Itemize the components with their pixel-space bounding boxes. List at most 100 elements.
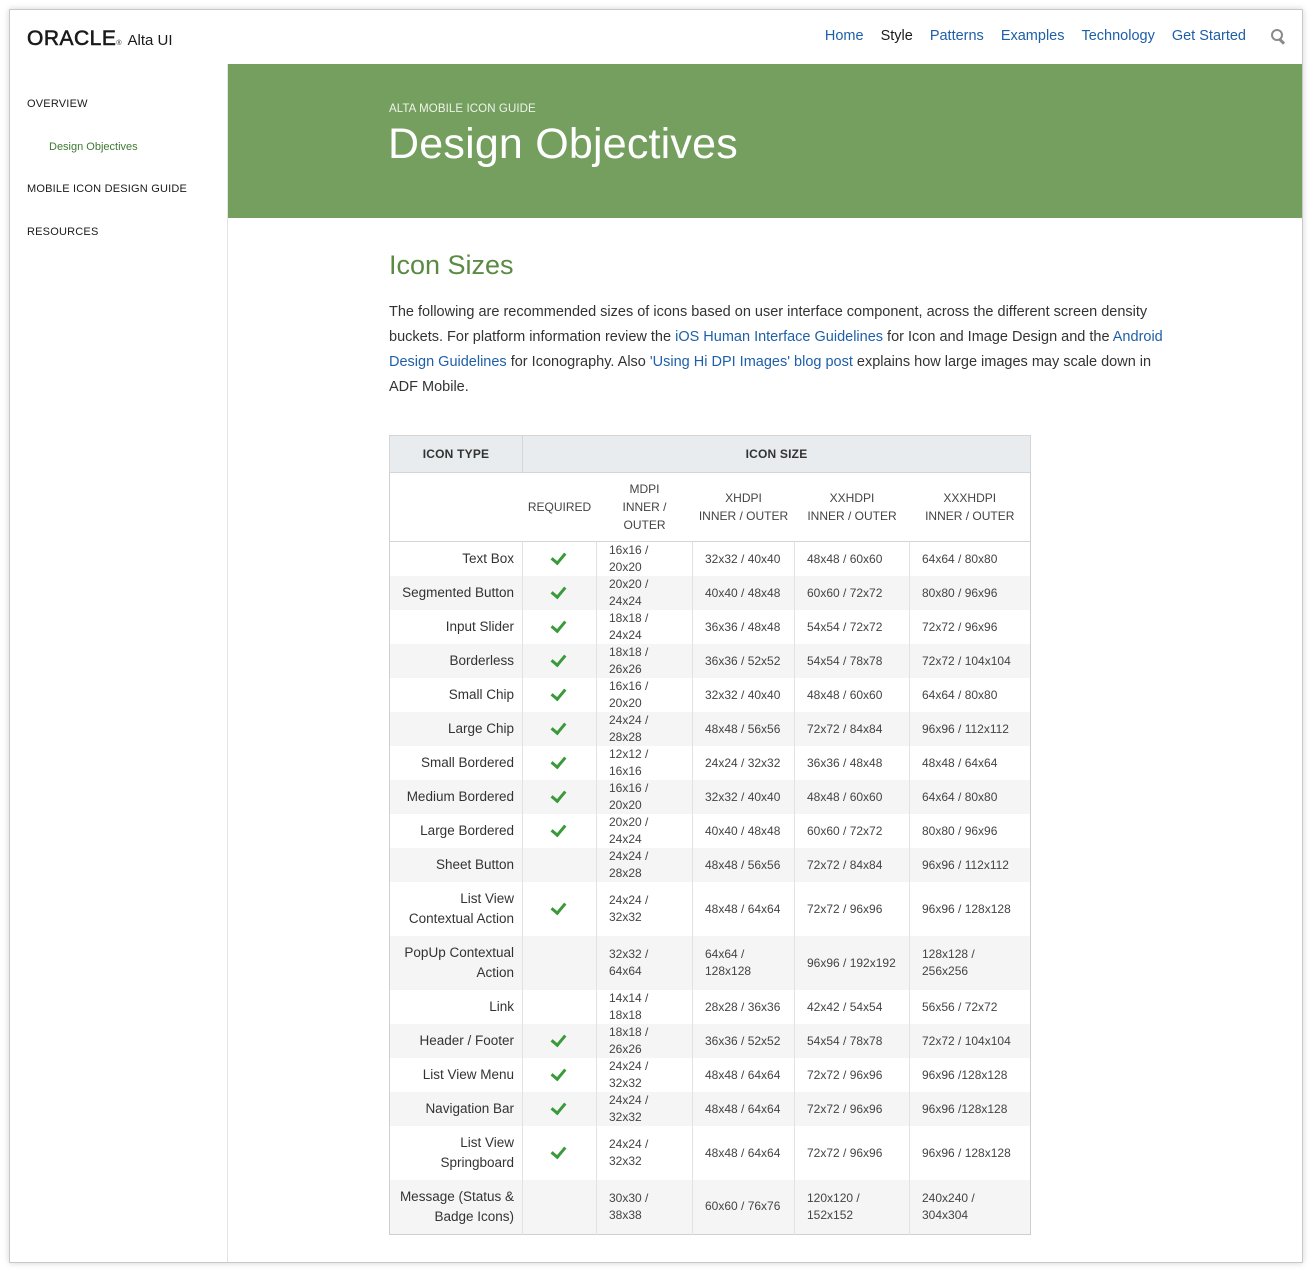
cell-xxxhdpi: 64x64 / 80x80 — [909, 780, 1031, 814]
nav-examples[interactable]: Examples — [1001, 28, 1065, 44]
cell-xxhdpi: 48x48 / 60x60 — [794, 541, 910, 576]
cell-mdpi: 12x12 / 16x16 — [596, 746, 693, 780]
ios-guidelines-link[interactable]: iOS Human Interface Guidelines — [675, 329, 883, 345]
nav-technology[interactable]: Technology — [1081, 28, 1154, 44]
xxxhdpi-size-value: 80x80 / 96x96 — [922, 823, 998, 838]
xhdpi-line-2: INNER / OUTER — [698, 509, 789, 523]
xhdpi-size-value: 48x48 / 64x64 — [705, 1145, 781, 1160]
xxhdpi-line-1: XXHDPI — [829, 491, 875, 505]
cell-xxhdpi: 54x54 / 78x78 — [794, 644, 910, 678]
xxxhdpi-size-value: 96x96 / 112x112 — [922, 857, 1009, 872]
table-row: Sheet Button 24x24 / 28x28 48x48 / 56x56 72… — [389, 848, 1031, 882]
mdpi-line-2: INNER / — [622, 500, 667, 514]
hero-eyebrow: ALTA MOBILE ICON GUIDE — [389, 103, 536, 115]
cell-xxxhdpi: 72x72 / 104x104 — [909, 1024, 1031, 1058]
table-row: Header / Footer 18x18 / 26x26 36x36 / 52x5… — [389, 1024, 1031, 1058]
cell-icon-type: List View Springboard — [390, 1126, 523, 1180]
nav-get-started[interactable]: Get Started — [1172, 28, 1246, 44]
icon-type-label: Segmented Button — [402, 585, 514, 600]
table-row: Small Chip 16x16 / 20x20 32x32 / 40x40 48x4… — [390, 678, 1031, 712]
xxhdpi-size-value: 54x54 / 78x78 — [807, 1033, 883, 1048]
xhdpi-size-value: 40x40 / 48x48 — [705, 823, 781, 838]
table-row: Message (Status & Badge Icons) 30x30 / 38x… — [389, 1180, 1031, 1234]
cell-mdpi: 14x14 / 18x18 — [596, 990, 693, 1024]
header-icon-type: ICON TYPE — [389, 435, 523, 473]
icon-type-label: Header / Footer — [419, 1033, 514, 1048]
xxhdpi-size-value: 152x152 — [807, 1207, 854, 1222]
check-icon — [552, 653, 567, 666]
xxhdpi-size-value: 48x48 / 60x60 — [807, 789, 883, 804]
xhdpi-size-value: 32x32 / 40x40 — [705, 789, 781, 804]
xxxhdpi-size-value: 64x64 / 80x80 — [922, 789, 998, 804]
table-row: Borderless 18x18 / 26x26 36x36 / 52x52 54x5… — [389, 644, 1031, 678]
table-row: Medium Bordered 16x16 / 20x20 32x32 / 40x4… — [389, 780, 1031, 814]
cell-icon-type: Navigation Bar — [389, 1092, 523, 1126]
cell-mdpi: 30x30 / 38x38 — [596, 1180, 693, 1234]
mdpi-size-value: 24x24 / 28x28 — [609, 849, 649, 880]
cell-xhdpi: 64x64 / 128x128 — [692, 936, 795, 990]
xxxhdpi-size-value: 96x96 / 112x112 — [922, 721, 1009, 736]
cell-required — [522, 678, 597, 712]
xxxhdpi-size-value: 64x64 / 80x80 — [922, 551, 998, 566]
icon-type-label: Sheet Button — [435, 857, 514, 872]
sidebar-item-resources[interactable]: RESOURCES — [27, 226, 98, 238]
icon-type-label: Medium Bordered — [406, 789, 514, 804]
main-nav: Home Style Patterns Examples Technology … — [808, 28, 1286, 44]
xxxhdpi-line-2: INNER / OUTER — [925, 509, 1015, 523]
mdpi-size-value: 24x24 / 28x28 — [609, 713, 649, 744]
hi-dpi-blog-link[interactable]: 'Using Hi DPI Images' blog post — [650, 354, 853, 370]
nav-patterns[interactable]: Patterns — [930, 28, 984, 44]
table-row: Navigation Bar 24x24 / 32x32 48x48 / 64x64… — [389, 1092, 1031, 1126]
icon-type-label: Navigation Bar — [425, 1101, 514, 1116]
cell-icon-type: Large Chip — [389, 712, 523, 746]
cell-xhdpi: 48x48 / 64x64 — [692, 882, 795, 936]
xxhdpi-size-value: 72x72 / 96x96 — [807, 1067, 883, 1082]
oracle-logo[interactable]: ORACLE ® Alta UI — [27, 27, 173, 51]
check-icon — [552, 1101, 567, 1114]
xhdpi-size-value: 48x48 / 64x64 — [705, 1101, 781, 1116]
mdpi-size-value: 16x16 / 20x20 — [609, 679, 649, 710]
cell-icon-type: Input Slider — [390, 610, 523, 644]
xxhdpi-size-value: 72x72 / 96x96 — [807, 901, 883, 916]
check-icon — [552, 789, 567, 802]
cell-xxxhdpi: 96x96 / 112x112 — [909, 712, 1031, 746]
check-icon — [552, 1067, 567, 1080]
cell-mdpi: 16x16 / 20x20 — [596, 780, 693, 814]
sidebar-item-overview[interactable]: OVERVIEW — [27, 98, 88, 110]
check-icon — [552, 1033, 567, 1046]
mdpi-size-value: 16x16 / 20x20 — [609, 781, 649, 812]
icon-type-label: Springboard — [440, 1155, 514, 1170]
page-title: Design Objectives — [388, 120, 738, 168]
subheader-mdpi: MDPI INNER / OUTER — [596, 472, 693, 542]
cell-icon-type: Header / Footer — [389, 1024, 523, 1058]
cell-mdpi: 32x32 / 64x64 — [596, 936, 693, 990]
xxxhdpi-size-value: 128x128 / 256x256 — [922, 947, 975, 978]
section-title: Icon Sizes — [389, 250, 514, 280]
xxxhdpi-size-value: 56x56 / 72x72 — [922, 999, 998, 1014]
cell-xxhdpi: 60x60 / 72x72 — [794, 576, 910, 610]
cell-xxhdpi: 96x96 / 192x192 — [794, 936, 910, 990]
cell-required — [522, 1092, 597, 1126]
cell-required — [522, 1126, 597, 1180]
cell-mdpi: 20x20 / 24x24 — [596, 814, 693, 848]
mdpi-size-value: 12x12 / 16x16 — [609, 747, 649, 778]
icon-type-label: Text Box — [462, 551, 514, 566]
xhdpi-size-value: 40x40 / 48x48 — [705, 585, 781, 600]
cell-icon-type: List View Menu — [390, 1058, 523, 1092]
sidebar: OVERVIEW Design Objectives MOBILE ICON D… — [10, 64, 228, 1262]
nav-style[interactable]: Style — [881, 28, 913, 44]
sidebar-item-design-objectives[interactable]: Design Objectives — [49, 141, 138, 153]
cell-xxhdpi: 42x42 / 54x54 — [794, 990, 910, 1024]
cell-xhdpi: 60x60 / 76x76 — [692, 1180, 795, 1234]
search-icon[interactable] — [1270, 28, 1286, 44]
sidebar-item-mobile-icon-design-guide[interactable]: MOBILE ICON DESIGN GUIDE — [27, 183, 187, 195]
xxxhdpi-size-value: 72x72 / 96x96 — [922, 619, 998, 634]
check-icon — [552, 1145, 567, 1158]
nav-home[interactable]: Home — [825, 28, 864, 44]
icon-type-label: List View — [460, 891, 514, 906]
icon-type-label: Badge Icons) — [434, 1208, 514, 1224]
xhdpi-size-value: 60x60 / 76x76 — [705, 1199, 781, 1214]
cell-required — [522, 712, 597, 746]
xxxhdpi-size-value: 48x48 / 64x64 — [922, 755, 998, 770]
xhdpi-size-value: 36x36 / 52x52 — [705, 1033, 781, 1048]
